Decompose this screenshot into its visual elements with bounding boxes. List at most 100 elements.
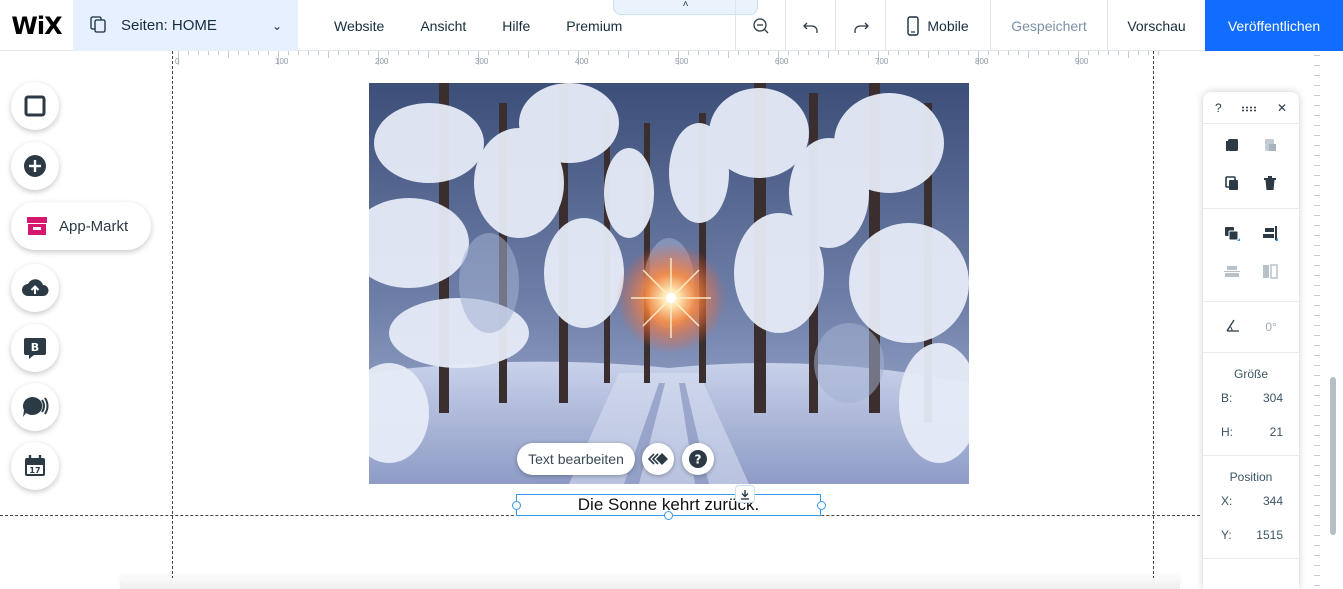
ruler-tick: [1314, 195, 1320, 196]
ruler-tick: [1314, 505, 1320, 506]
y-value[interactable]: 1515: [1256, 528, 1283, 542]
vertical-scrollbar[interactable]: [1330, 377, 1336, 535]
resize-handle-right[interactable]: [817, 501, 826, 510]
pages-icon: [89, 15, 107, 37]
app-market-button[interactable]: App-Markt: [11, 202, 151, 250]
rotate-icon[interactable]: [1225, 318, 1241, 337]
align-right-icon[interactable]: [1261, 225, 1279, 248]
ruler-tick: [1314, 225, 1320, 226]
ruler-tick: [1314, 115, 1320, 116]
chat-button[interactable]: [11, 383, 59, 431]
ruler-tick: [318, 51, 319, 55]
height-field[interactable]: H: 21: [1203, 415, 1299, 449]
mobile-view-button[interactable]: Mobile: [885, 0, 990, 51]
trash-icon[interactable]: [1262, 175, 1278, 196]
height-value[interactable]: 21: [1270, 425, 1283, 439]
ruler-tick: [848, 51, 849, 55]
ruler-tick: [1314, 275, 1320, 276]
undo-icon: [802, 22, 818, 33]
paste-icon[interactable]: [1262, 137, 1278, 158]
menu-website[interactable]: Website: [316, 18, 402, 34]
match-size-icon[interactable]: [1261, 263, 1279, 286]
ruler-tick: [448, 51, 449, 55]
x-field[interactable]: X: 344: [1203, 484, 1299, 518]
ruler-tick: [558, 51, 559, 55]
plus-icon: [24, 155, 46, 177]
y-field[interactable]: Y: 1515: [1203, 518, 1299, 552]
duplicate-icon[interactable]: [1224, 175, 1240, 196]
resize-handle-left[interactable]: [512, 501, 521, 510]
ruler-tick: [1088, 51, 1089, 55]
ruler-tick: [488, 51, 489, 55]
ruler-tick: [958, 51, 959, 55]
ruler-tick: [1314, 525, 1320, 526]
ruler-tick: [1148, 51, 1149, 55]
horizontal-ruler[interactable]: 0 100 200 300 400 500 600 700 800 900: [172, 51, 1159, 67]
ruler-tick: [1048, 51, 1049, 55]
help-button[interactable]: ?: [682, 443, 714, 475]
winter-forest-image[interactable]: [369, 83, 969, 484]
ruler-tick: [1314, 235, 1320, 236]
ruler-tick: [1314, 445, 1320, 446]
copy-icon[interactable]: [1224, 137, 1240, 158]
ruler-tick: [1314, 325, 1320, 326]
speech-bubble-icon: [22, 396, 49, 417]
inspector-header[interactable]: ? ✕: [1203, 92, 1299, 124]
upload-button[interactable]: [11, 264, 59, 312]
zoom-out-button[interactable]: [735, 0, 785, 51]
chevron-up-icon: ˄: [682, 0, 689, 10]
preview-button[interactable]: Vorschau: [1107, 0, 1205, 51]
ruler-tick: [1314, 555, 1320, 556]
ruler-tick: [538, 51, 539, 55]
menu-premium[interactable]: Premium: [548, 18, 640, 34]
add-button[interactable]: [11, 142, 59, 190]
ruler-tick: [328, 51, 329, 58]
ruler-tick: [408, 51, 409, 55]
ruler-tick: [1314, 455, 1320, 456]
redo-button[interactable]: [835, 0, 885, 51]
distribute-icon[interactable]: [1223, 263, 1241, 286]
ruler-tick: [568, 51, 569, 55]
wix-logo[interactable]: WiX: [0, 0, 73, 51]
ruler-tick: [598, 51, 599, 55]
width-value[interactable]: 304: [1263, 391, 1283, 405]
ruler-tick: [1058, 51, 1059, 55]
blog-icon: B: [24, 338, 46, 359]
ruler-tick: [1098, 51, 1099, 55]
resize-handle-bottom[interactable]: [664, 511, 673, 520]
rotation-value[interactable]: 0°: [1265, 320, 1276, 334]
inspector-help-button[interactable]: ?: [1215, 101, 1222, 115]
stretch-down-button[interactable]: [735, 485, 755, 503]
ruler-tick: [198, 51, 199, 55]
width-field[interactable]: B: 304: [1203, 381, 1299, 415]
edit-text-button[interactable]: Text bearbeiten: [517, 443, 635, 475]
ruler-tick: [508, 51, 509, 55]
pages-dropdown[interactable]: Seiten: HOME ⌄: [73, 0, 298, 51]
vertical-ruler[interactable]: [1304, 51, 1320, 589]
ruler-tick: [228, 51, 229, 58]
ruler-tick: [1314, 255, 1320, 256]
close-icon[interactable]: ✕: [1277, 101, 1287, 115]
ruler-tick: [1008, 51, 1009, 55]
blog-button[interactable]: B: [11, 324, 59, 372]
menu-help[interactable]: Hilfe: [484, 18, 548, 34]
ruler-tick: [1314, 105, 1320, 106]
ruler-tick: [1028, 51, 1029, 58]
background-button[interactable]: [11, 82, 59, 130]
ruler-tick: [1314, 335, 1320, 336]
arrange-icon[interactable]: [1223, 225, 1241, 248]
drag-handle-icon[interactable]: [1241, 101, 1257, 115]
animation-button[interactable]: [642, 443, 674, 475]
ruler-tick: [1314, 575, 1320, 576]
ruler-tick: [208, 51, 209, 55]
ruler-tick: [1038, 51, 1039, 55]
ruler-tick: [498, 51, 499, 55]
bookings-button[interactable]: 17: [11, 442, 59, 490]
ruler-tick: [728, 51, 729, 58]
ruler-tick: [918, 51, 919, 55]
x-value[interactable]: 344: [1263, 494, 1283, 508]
undo-button[interactable]: [785, 0, 835, 51]
ruler-tick: [1068, 51, 1069, 55]
publish-button[interactable]: Veröffentlichen: [1205, 0, 1343, 51]
menu-view[interactable]: Ansicht: [402, 18, 484, 34]
